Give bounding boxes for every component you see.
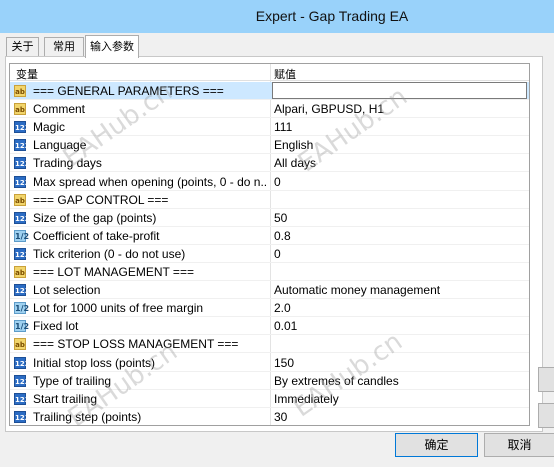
parameter-value[interactable]: English	[274, 138, 313, 152]
parameter-row[interactable]: 123 Start trailing Immediately	[10, 390, 529, 408]
integer-type-icon: 123	[14, 157, 30, 170]
double-type-icon: 1/2	[14, 229, 30, 242]
parameter-value[interactable]: 2.0	[274, 301, 291, 315]
parameter-row[interactable]: 123 Initial stop loss (points) 150	[10, 354, 529, 372]
column-header-variable[interactable]: 变量	[16, 66, 38, 82]
string-type-icon: ab	[14, 85, 26, 97]
parameter-name: Tick criterion (0 - do not use)	[33, 246, 186, 261]
parameter-row[interactable]: 123 Trailing step (points) 30	[10, 408, 529, 425]
parameter-value[interactable]: 0.8	[274, 229, 291, 243]
parameter-name: === STOP LOSS MANAGEMENT ===	[33, 337, 239, 352]
parameter-row[interactable]: ab === GENERAL PARAMETERS ===	[10, 82, 529, 100]
parameter-name: Lot selection	[33, 283, 101, 298]
value-edit-field[interactable]	[272, 82, 527, 99]
side-button-upper[interactable]	[538, 367, 554, 392]
parameter-row[interactable]: 123 Type of trailing By extremes of candle…	[10, 372, 529, 390]
parameter-name: Trading days	[33, 156, 102, 171]
integer-type-icon: 123	[14, 139, 30, 152]
side-button-lower[interactable]	[538, 403, 554, 428]
parameter-name: Comment	[33, 102, 86, 117]
parameter-value[interactable]: 0	[274, 175, 281, 189]
parameter-row[interactable]: 1/2 Lot for 1000 units of free margin 2.0	[10, 299, 529, 318]
cancel-button[interactable]: 取消	[484, 433, 554, 457]
parameter-value[interactable]: 150	[274, 356, 294, 370]
parameter-value[interactable]: All days	[274, 156, 316, 170]
parameter-name: Max spread when opening (points, 0 - do …	[33, 174, 268, 189]
parameter-value[interactable]: By extremes of candles	[274, 374, 399, 388]
integer-type-icon: 123	[14, 247, 30, 260]
parameter-value[interactable]: Immediately	[274, 392, 339, 406]
parameter-row[interactable]: ab === LOT MANAGEMENT ===	[10, 263, 529, 281]
tab-about[interactable]: 关于	[6, 37, 39, 57]
parameter-row[interactable]: 123 Trading days All days	[10, 154, 529, 173]
parameter-row[interactable]: 123 Language English	[10, 136, 529, 155]
parameter-value[interactable]: 50	[274, 211, 287, 225]
tab-inputs[interactable]: 输入参数	[85, 35, 139, 58]
parameter-value[interactable]: 0.01	[274, 319, 297, 333]
double-type-icon: 1/2	[14, 320, 30, 333]
parameter-row[interactable]: 123 Lot selection Automatic money manageme…	[10, 281, 529, 300]
parameter-row[interactable]: 123 Tick criterion (0 - do not use) 0	[10, 245, 529, 263]
integer-type-icon: 123	[14, 175, 30, 188]
parameter-value[interactable]: 111	[274, 120, 292, 134]
parameter-row[interactable]: 1/2 Coefficient of take-profit 0.8	[10, 227, 529, 245]
integer-type-icon: 123	[14, 284, 30, 297]
string-type-icon: ab	[14, 266, 26, 278]
integer-type-icon: 123	[14, 374, 30, 387]
parameter-row[interactable]: 123 Magic 111	[10, 118, 529, 137]
string-type-icon: ab	[14, 193, 26, 206]
parameter-value[interactable]: Automatic money management	[274, 283, 440, 297]
parameter-row[interactable]: ab Comment Alpari, GBPUSD, H1	[10, 100, 529, 119]
parameter-row[interactable]: ab === GAP CONTROL ===	[10, 191, 529, 209]
parameter-row[interactable]: ab === STOP LOSS MANAGEMENT ===	[10, 335, 529, 354]
integer-type-icon: 123	[14, 392, 30, 405]
title-bar: Expert - Gap Trading EA	[0, 0, 554, 33]
parameter-name: Size of the gap (points)	[33, 210, 157, 225]
integer-type-icon: 123	[14, 211, 30, 224]
window-title: Expert - Gap Trading EA	[255, 8, 409, 24]
parameter-name: === GENERAL PARAMETERS ===	[33, 84, 224, 98]
parameter-name: Trailing step (points)	[33, 409, 142, 424]
string-type-icon: ab	[14, 103, 26, 116]
integer-type-icon: 123	[14, 410, 30, 423]
integer-type-icon: 123	[14, 356, 30, 369]
parameters-grid[interactable]: 变量 赋值 ab === GENERAL PARAMETERS === ab Comm…	[9, 63, 530, 426]
parameter-name: Coefficient of take-profit	[33, 228, 160, 243]
parameter-name: Type of trailing	[33, 373, 112, 388]
parameter-value[interactable]: 0	[274, 247, 281, 261]
double-type-icon: 1/2	[14, 302, 30, 315]
parameter-name: Start trailing	[33, 391, 98, 406]
parameter-name: === LOT MANAGEMENT ===	[33, 265, 194, 279]
parameter-row[interactable]: 123 Max spread when opening (points, 0 - …	[10, 173, 529, 191]
ok-button[interactable]: 确定	[395, 433, 478, 457]
parameter-name: Initial stop loss (points)	[33, 355, 156, 370]
integer-type-icon: 123	[14, 121, 30, 134]
parameter-name: Lot for 1000 units of free margin	[33, 301, 204, 316]
parameter-name: Fixed lot	[33, 319, 79, 334]
string-type-icon: ab	[14, 338, 26, 351]
parameter-row[interactable]: 1/2 Fixed lot 0.01	[10, 317, 529, 336]
column-header-value[interactable]: 赋值	[274, 66, 296, 82]
parameter-name: Language	[33, 138, 87, 153]
parameter-name: === GAP CONTROL ===	[33, 192, 169, 207]
parameter-value[interactable]: Alpari, GBPUSD, H1	[274, 102, 384, 116]
parameter-row[interactable]: 123 Size of the gap (points) 50	[10, 209, 529, 227]
parameter-value[interactable]: 30	[274, 410, 287, 424]
tab-common[interactable]: 常用	[44, 37, 84, 57]
parameter-name: Magic	[33, 120, 66, 135]
